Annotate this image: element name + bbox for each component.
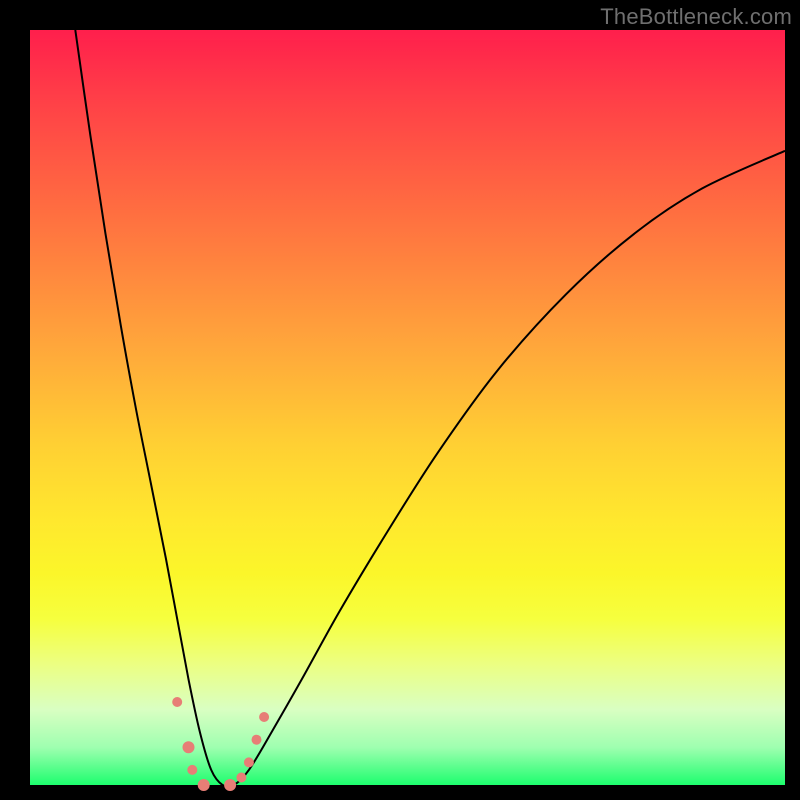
plot-area bbox=[30, 30, 785, 785]
curve-marker bbox=[224, 779, 236, 791]
curve-marker bbox=[252, 735, 262, 745]
curve-marker bbox=[172, 697, 182, 707]
curve-marker bbox=[259, 712, 269, 722]
curve-marker bbox=[236, 773, 246, 783]
curve-markers bbox=[172, 697, 269, 791]
curve-marker bbox=[198, 779, 210, 791]
curve-path bbox=[75, 30, 785, 787]
curve-marker bbox=[187, 765, 197, 775]
watermark-text: TheBottleneck.com bbox=[600, 4, 792, 30]
chart-frame: TheBottleneck.com bbox=[0, 0, 800, 800]
bottleneck-curve bbox=[30, 30, 785, 785]
curve-marker bbox=[244, 757, 254, 767]
curve-marker bbox=[183, 741, 195, 753]
